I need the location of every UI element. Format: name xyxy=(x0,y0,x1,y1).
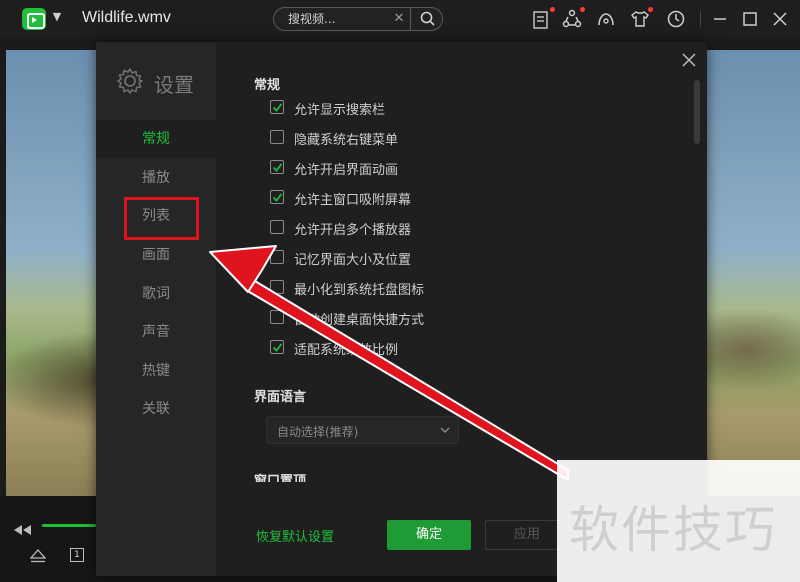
settings-header: 设置 xyxy=(116,66,216,98)
ok-button[interactable]: 确定 xyxy=(387,520,471,550)
title-bar: ▼ Wildlife.wmv ✕ xyxy=(0,0,800,38)
option-label: 自动创建桌面快捷方式 xyxy=(294,313,425,328)
eject-icon[interactable] xyxy=(29,548,47,563)
nav-item-hotkeys[interactable]: 热键 xyxy=(96,352,216,390)
watermark-text: 软件技巧 xyxy=(569,501,777,559)
checkbox[interactable] xyxy=(270,130,284,144)
notification-dot xyxy=(580,7,585,12)
language-select[interactable]: 自动选择(推荐) xyxy=(266,416,459,444)
search-box: ✕ xyxy=(273,7,443,31)
watermark: 软件技巧 xyxy=(557,460,800,582)
progress-bar[interactable] xyxy=(42,524,96,527)
playlist-mode-button[interactable]: 1 xyxy=(70,548,84,562)
scrollbar-thumb[interactable] xyxy=(694,80,700,144)
option-label: 隐藏系统右键菜单 xyxy=(294,133,399,148)
theme-icon[interactable] xyxy=(596,9,616,29)
checkbox-checked[interactable] xyxy=(270,100,284,114)
section-title-general: 常规 xyxy=(254,78,281,93)
skin-shirt-icon[interactable] xyxy=(630,7,653,29)
option-label: 最小化到系统托盘图标 xyxy=(294,283,425,298)
app-logo-icon[interactable] xyxy=(22,8,46,30)
settings-content: 常规 允许显示搜索栏 隐藏系统右键菜单 允许开启界面动画 允许主窗口吸附屏幕 允… xyxy=(216,42,686,482)
settings-sidebar: 设置 常规 播放 列表 画面 歌词 声音 热键 关联 xyxy=(96,42,216,576)
minimize-icon[interactable] xyxy=(710,9,730,29)
section-title-window-pin: 窗口置顶 xyxy=(254,474,307,482)
option-label: 允许显示搜索栏 xyxy=(294,103,386,118)
notification-dot xyxy=(550,7,555,12)
gear-icon xyxy=(117,68,143,94)
checkbox-checked[interactable] xyxy=(270,340,284,354)
checkbox[interactable] xyxy=(270,220,284,234)
checkbox-checked[interactable] xyxy=(270,190,284,204)
option-label: 允许开启界面动画 xyxy=(294,163,399,178)
clipboard-icon[interactable] xyxy=(532,7,555,29)
share-icon[interactable] xyxy=(562,7,585,29)
checkbox-checked[interactable] xyxy=(270,160,284,174)
window-title: Wildlife.wmv xyxy=(82,9,171,26)
settings-title: 设置 xyxy=(154,73,194,97)
nav-item-lyrics[interactable]: 歌词 xyxy=(96,275,216,313)
checkbox[interactable] xyxy=(270,310,284,324)
checkbox[interactable] xyxy=(270,280,284,294)
option-label: 记忆界面大小及位置 xyxy=(294,253,412,268)
checkbox[interactable] xyxy=(270,250,284,264)
clear-icon[interactable]: ✕ xyxy=(392,11,406,27)
chevron-down-icon[interactable]: ▼ xyxy=(50,10,64,24)
language-select-value: 自动选择(推荐) xyxy=(277,425,359,439)
chevron-down-icon xyxy=(440,427,450,433)
toolbar-divider xyxy=(700,11,701,27)
restore-defaults-link[interactable]: 恢复默认设置 xyxy=(256,526,334,545)
search-input[interactable] xyxy=(288,11,388,27)
nav-item-playback[interactable]: 播放 xyxy=(96,159,216,197)
search-icon xyxy=(420,11,435,26)
option-label: 允许主窗口吸附屏幕 xyxy=(294,193,412,208)
maximize-icon[interactable] xyxy=(740,9,760,29)
notification-dot xyxy=(648,7,653,12)
nav-item-general[interactable]: 常规 xyxy=(96,120,216,158)
option-label: 适配系统缩放比例 xyxy=(294,343,399,358)
nav-item-video[interactable]: 画面 xyxy=(96,236,216,274)
nav-item-associations[interactable]: 关联 xyxy=(96,390,216,428)
nav-item-audio[interactable]: 声音 xyxy=(96,313,216,351)
clock-icon[interactable] xyxy=(666,9,686,29)
window-close-icon[interactable] xyxy=(770,9,790,29)
rewind-icon[interactable] xyxy=(14,520,32,535)
search-button[interactable] xyxy=(410,7,443,31)
section-title-language: 界面语言 xyxy=(254,390,307,405)
option-label: 允许开启多个播放器 xyxy=(294,223,412,238)
highlight-box xyxy=(124,197,199,240)
